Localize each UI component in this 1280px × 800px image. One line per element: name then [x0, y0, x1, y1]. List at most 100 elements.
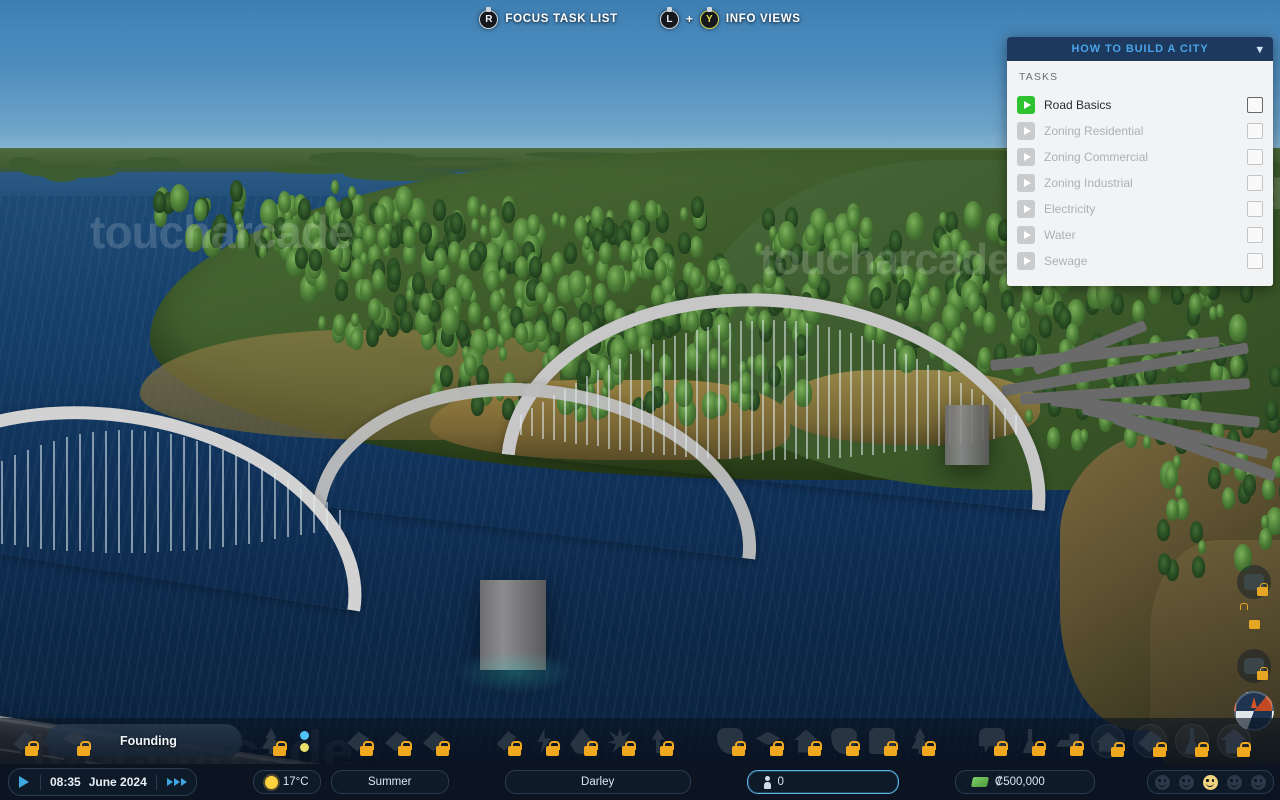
game-screen: toucharcade toucharcade toucharcade touc…	[0, 0, 1280, 800]
toolbar-item-zoning-industrial[interactable]	[419, 726, 449, 756]
task-item[interactable]: Zoning Residential	[1017, 118, 1263, 144]
task-panel-header[interactable]: HOW TO BUILD A CITY ▾	[1007, 37, 1273, 61]
toolbar-item-electricity[interactable]	[529, 726, 559, 756]
task-item[interactable]: Road Basics	[1017, 92, 1263, 118]
task-checkbox[interactable]	[1247, 253, 1263, 269]
toolbar-item-police[interactable]	[829, 726, 859, 756]
lock-icon	[273, 746, 286, 756]
time-controls[interactable]: 08:35 June 2024	[8, 768, 197, 796]
toolbar-item-water[interactable]	[567, 726, 597, 756]
toolbar-item-roads-tool[interactable]	[491, 726, 521, 756]
lock-icon	[398, 746, 411, 756]
toolbar-item-landscaping[interactable]	[1015, 726, 1045, 756]
bridge-pier-east	[945, 405, 989, 465]
lock-icon	[1111, 747, 1124, 757]
task-play-icon[interactable]	[1017, 148, 1035, 166]
chevron-down-icon[interactable]: ▾	[1256, 43, 1263, 56]
toolbar-item-milestone[interactable]	[256, 726, 286, 756]
toolbar-item-zoning-residential[interactable]	[343, 726, 373, 756]
toolbar-item-education[interactable]	[753, 726, 783, 756]
toolbar-item-garbage[interactable]	[643, 726, 673, 756]
hint-info-views[interactable]: L + Y INFO VIEWS	[660, 10, 801, 29]
toolbar-right-group[interactable]	[1087, 724, 1280, 758]
toolbar-mid-group[interactable]	[339, 726, 1087, 756]
divider	[156, 775, 157, 790]
task-play-icon[interactable]	[1017, 226, 1035, 244]
temperature-value: 17°C	[283, 776, 309, 788]
fast-forward-icon[interactable]	[162, 778, 192, 786]
season-indicator[interactable]: Summer	[331, 770, 449, 794]
task-panel[interactable]: HOW TO BUILD A CITY ▾ TASKS Road BasicsZ…	[1007, 37, 1273, 286]
progression-tab-founding[interactable]: Founding	[46, 724, 242, 758]
mood-icon-row	[1155, 775, 1266, 790]
lock-icon	[994, 746, 1007, 756]
city-name-value: Darley	[581, 776, 614, 788]
population-value: 0	[778, 776, 784, 788]
task-play-icon[interactable]	[1017, 122, 1035, 140]
lock-icon	[360, 746, 373, 756]
lock-icon	[1257, 671, 1268, 680]
lock-icon	[1237, 747, 1250, 757]
mood-unhappy-icon	[1179, 775, 1194, 790]
task-item[interactable]: Zoning Industrial	[1017, 170, 1263, 196]
play-icon[interactable]	[13, 772, 35, 792]
side-rail-item-photo-mode[interactable]	[1237, 565, 1271, 599]
task-item[interactable]: Zoning Commercial	[1017, 144, 1263, 170]
toolbar-item-sewage[interactable]	[605, 726, 635, 756]
task-checkbox[interactable]	[1247, 97, 1263, 113]
side-rail-item-notifications[interactable]	[1237, 649, 1271, 683]
toolbar-item-zoning-commercial[interactable]	[381, 726, 411, 756]
toolbar-item-city-info[interactable]	[1133, 724, 1167, 758]
task-play-icon[interactable]	[1017, 96, 1035, 114]
status-bar[interactable]: 08:35 June 2024 17°C Summer Darley 0 ₡50…	[0, 764, 1280, 800]
toolbar-item-parks[interactable]	[905, 726, 935, 756]
toolbar-item-statistics[interactable]	[1175, 724, 1209, 758]
population-indicator[interactable]: 0	[747, 770, 899, 794]
happiness-indicator[interactable]	[1147, 770, 1274, 794]
toolbar-item-healthcare[interactable]	[715, 726, 745, 756]
milestone-dots	[300, 731, 309, 752]
toolbar-left-group: Founding	[0, 718, 309, 764]
plus-sign: +	[686, 12, 693, 26]
lock-icon	[77, 746, 90, 756]
bridge-pier-glow	[455, 650, 575, 694]
l-button-icon: L	[660, 10, 679, 29]
task-play-icon[interactable]	[1017, 174, 1035, 192]
money-indicator[interactable]: ₡500,000	[955, 770, 1095, 794]
lock-icon	[622, 746, 635, 756]
lock-icon	[846, 746, 859, 756]
toolbar-item-economy[interactable]	[1091, 724, 1125, 758]
task-label: Zoning Residential	[1044, 124, 1247, 138]
lock-icon	[922, 746, 935, 756]
task-checkbox[interactable]	[1247, 201, 1263, 217]
toolbar-item-communications[interactable]	[977, 726, 1007, 756]
build-toolbar[interactable]: Founding	[0, 718, 1280, 764]
task-item[interactable]: Electricity	[1017, 196, 1263, 222]
task-label: Electricity	[1044, 202, 1247, 216]
lock-icon	[808, 746, 821, 756]
task-play-icon[interactable]	[1017, 252, 1035, 270]
task-play-icon[interactable]	[1017, 200, 1035, 218]
toolbar-item-roads[interactable]	[8, 726, 38, 756]
weather-indicator[interactable]: 17°C	[253, 770, 321, 794]
hint-label: INFO VIEWS	[726, 13, 801, 25]
progression-tab-label: Founding	[120, 734, 177, 748]
task-checkbox[interactable]	[1247, 175, 1263, 191]
toolbar-item-bulldozer[interactable]	[1053, 726, 1083, 756]
toolbar-item-progression[interactable]	[1217, 724, 1251, 758]
person-icon	[764, 776, 771, 788]
side-icon-rail[interactable]	[1234, 565, 1274, 731]
task-checkbox[interactable]	[1247, 123, 1263, 139]
lock-icon	[1070, 746, 1083, 756]
toolbar-item-transportation[interactable]	[867, 726, 897, 756]
city-name-field[interactable]: Darley	[505, 770, 691, 794]
hint-focus-task-list[interactable]: R FOCUS TASK LIST	[479, 10, 618, 29]
task-item[interactable]: Water	[1017, 222, 1263, 248]
toolbar-item-fire[interactable]	[791, 726, 821, 756]
task-item[interactable]: Sewage	[1017, 248, 1263, 274]
task-checkbox[interactable]	[1247, 149, 1263, 165]
money-value: ₡500,000	[995, 776, 1045, 788]
mood-happy-icon	[1227, 775, 1242, 790]
task-checkbox[interactable]	[1247, 227, 1263, 243]
side-rail-item-map-tiles[interactable]	[1237, 607, 1271, 641]
